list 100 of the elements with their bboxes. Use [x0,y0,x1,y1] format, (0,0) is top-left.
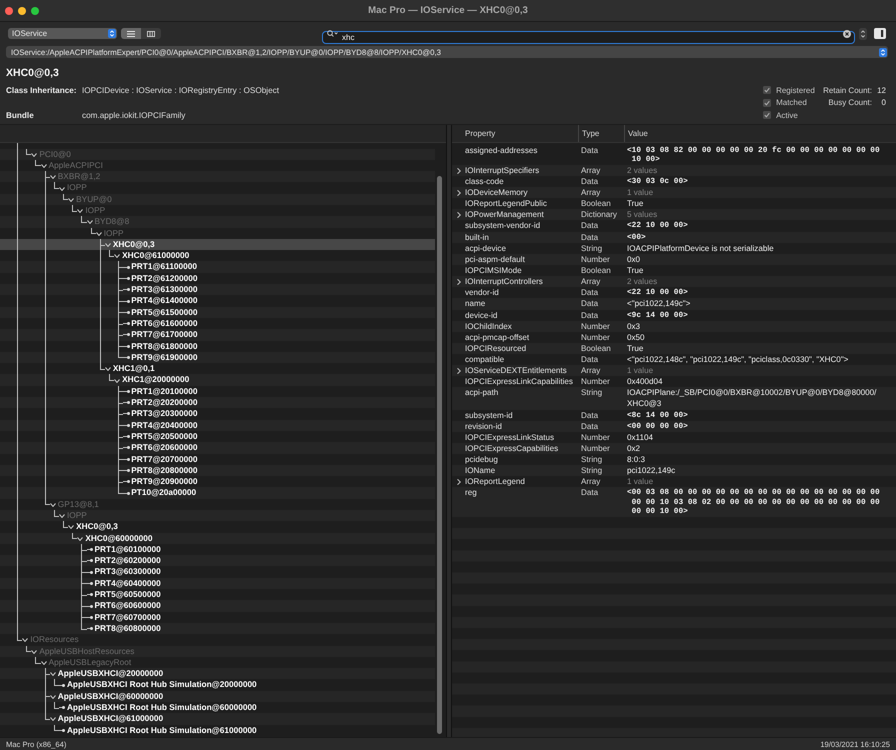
dot-icon [126,446,130,450]
type-cell-text: Dictionary [580,209,618,220]
stepper-icon[interactable] [859,28,867,40]
updown-chevron-icon [108,29,116,38]
chevron-down-icon[interactable] [31,152,38,157]
property-row[interactable]: IOPCIExpressLinkCapabilities Number 0x400d04 [452,376,896,388]
property-cell-text: IODeviceMemory [465,187,529,198]
dot-icon [126,480,130,484]
dot-icon [126,266,130,269]
tree-row[interactable]: PRT6@20600000 [0,442,435,454]
dot-icon [126,435,130,438]
tree-row[interactable]: AppleUSBXHCI@60000000 [0,690,435,702]
tree-row[interactable]: XHC0@60000000 [0,532,435,544]
property-row[interactable]: acpi-path String IOACPIPlane:/_SB/PCI0@0/BXBR@10002/BYUP@0/BYD8@80000/XHC0@3 [452,387,896,410]
chevron-down-icon[interactable] [114,254,120,258]
value-cell-text: <"pci1022,148c", "pci1022,149c", "pciclass,0c0330", "XHC0"> [626,354,850,366]
field-label: Bundle [6,111,35,120]
chevron-down-icon[interactable] [86,220,92,224]
chevron-down-icon[interactable] [50,175,56,180]
chevron-down-icon[interactable] [50,502,56,507]
property-row[interactable]: IODeviceMemory Array 1 value [452,187,896,198]
property-row[interactable]: pci-aspm-default Number 0x0 [452,254,896,266]
tree-row[interactable]: AppleUSBXHCI@20000000 [0,668,435,680]
chevron-down-icon[interactable] [96,232,102,236]
property-cell-text: acpi-path [465,387,500,398]
dot-icon [126,492,130,495]
chevron-down-icon[interactable] [77,536,84,541]
tree-row[interactable]: PRT6@60600000 [0,600,435,612]
chevron-down-icon[interactable] [104,243,111,248]
chevron-down-icon[interactable] [50,717,56,722]
type-cell-text: String [580,387,604,398]
property-row[interactable]: name Data <"pci1022,149c"> [452,298,896,310]
chevron-right-icon[interactable] [457,478,461,485]
column-header[interactable]: Type [578,125,624,142]
property-cell-text: device-id [465,310,498,321]
tree-row[interactable]: PRT8@20800000 [0,464,435,476]
close-button[interactable] [5,6,13,14]
plane-popup[interactable]: IOService [8,28,117,39]
property-row[interactable]: IOServiceDEXTEntitlements Array 1 value [452,365,896,376]
view-mode-button[interactable] [141,28,161,39]
search-field[interactable]: xhc [322,31,855,44]
tree-row[interactable]: PRT4@60400000 [0,578,435,590]
tree-row[interactable]: PRT3@61300000 [0,284,435,296]
value-cell-text: pci1022,149c [626,465,676,476]
chevron-down-icon[interactable] [68,198,74,202]
tree-row[interactable]: PRT2@60200000 [0,555,435,566]
count-value: 12 [876,86,886,95]
minimize-button[interactable] [18,6,26,14]
chevron-right-icon[interactable] [457,368,461,374]
column-header[interactable]: Property [465,125,578,142]
search-icon[interactable] [327,30,338,37]
value-cell-text: 1 value [626,365,654,376]
tree-row[interactable]: XHC0@0,3 [0,238,435,250]
view-mode-button[interactable] [121,28,141,39]
tree-row[interactable]: PRT7@61700000 [0,329,435,341]
chevron-down-icon[interactable] [58,186,65,191]
property-cell-text: revision-id [465,420,503,432]
chevron-right-icon[interactable] [457,212,461,218]
tree-row[interactable]: PRT5@61500000 [0,306,435,318]
chevron-down-icon[interactable] [50,672,56,676]
scrollbar-thumb[interactable] [437,176,442,734]
property-row[interactable]: IOPCIResourced Boolean True [452,342,896,354]
property-cell-text: vendor-id [465,287,500,298]
property-row[interactable]: IOReportLegend Array 1 value [452,476,896,488]
property-row[interactable]: IOPCIExpressCapabilities Number 0x2 [452,443,896,454]
chevron-down-icon[interactable] [58,514,65,518]
chevron-down-icon[interactable] [114,378,120,383]
property-row[interactable]: IOName String pci1022,149c [452,465,896,476]
chevron-down-icon[interactable] [31,650,38,654]
chevron-right-icon[interactable] [457,190,461,196]
tree-row[interactable]: PT10@20a00000 [0,487,435,499]
tree-row[interactable]: PRT4@20400000 [0,420,435,431]
chevron-down-icon[interactable] [68,525,74,530]
type-cell-text: Number [580,320,611,332]
property-row[interactable]: IOReportLegendPublic Boolean True [452,198,896,210]
property-row[interactable]: IOInterruptControllers Array 2 values [452,276,896,288]
tree-row[interactable]: PRT8@60800000 [0,622,435,634]
property-row[interactable]: IOPowerManagement Dictionary 5 values [452,209,896,220]
tree-row[interactable]: XHC1@20000000 [0,374,435,386]
chevron-down-icon[interactable] [40,661,47,665]
type-cell-text: Data [580,144,600,156]
chevron-right-icon[interactable] [457,278,461,285]
tree-row[interactable]: PRT1@61100000 [0,261,435,273]
chevron-down-icon[interactable] [77,209,84,214]
sidebar-icon[interactable] [874,28,886,39]
tree-row[interactable]: AppleUSBXHCI@61000000 [0,713,435,725]
chevron-down-icon[interactable] [40,164,47,168]
zoom-button[interactable] [31,6,39,14]
property-row[interactable]: IOInterruptSpecifiers Array 2 values [452,164,896,176]
tree-row[interactable]: PRT9@61900000 [0,352,435,364]
chevron-right-icon[interactable] [457,168,461,174]
chevron-down-icon[interactable] [22,638,28,642]
clear-icon[interactable] [843,30,851,38]
chevron-down-icon[interactable] [104,367,111,372]
property-cell-text: built-in [465,232,490,243]
column-header[interactable]: Value [624,125,896,142]
tree-row[interactable]: PRT2@20200000 [0,397,435,408]
chevron-down-icon[interactable] [50,694,56,699]
updown-chevron-icon [879,48,887,56]
property-row[interactable]: IOChildIndex Number 0x3 [452,320,896,332]
